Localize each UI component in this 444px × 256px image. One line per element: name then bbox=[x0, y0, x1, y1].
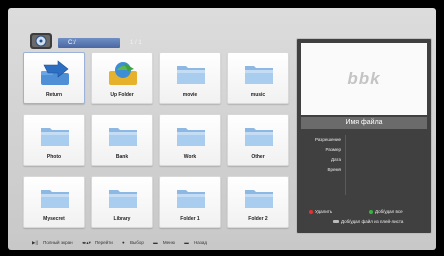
grid-item-photo[interactable]: Photo bbox=[23, 114, 85, 166]
path-bar: C:/ bbox=[58, 38, 120, 48]
grid-item-bank[interactable]: Bank bbox=[91, 114, 153, 166]
hint-back-label: Назад bbox=[194, 240, 207, 245]
grid-item-label: Work bbox=[183, 154, 197, 160]
legend-playlist-label: Доб/удал файл из плей-листа bbox=[341, 219, 404, 224]
folder-icon bbox=[245, 190, 273, 208]
hint-fullscreen-label: Полный экран bbox=[43, 240, 73, 245]
up-folder-icon bbox=[109, 62, 137, 85]
grid-item-work[interactable]: Work bbox=[159, 114, 221, 166]
info-divider bbox=[345, 135, 346, 195]
legend-delete: Удалить bbox=[309, 209, 332, 215]
file-grid: Return Up Folder movie music Photo Bank … bbox=[23, 52, 293, 232]
legend-add-all: Доб/удал все bbox=[369, 209, 403, 215]
file-info-panel: bbk Имя файла Разрешение Размер Дата Вре… bbox=[296, 38, 432, 234]
play-pause-icon: ▶|| bbox=[32, 240, 38, 245]
folder-icon bbox=[245, 128, 273, 146]
legend-playlist: Доб/удал файл из плей-листа bbox=[333, 219, 403, 225]
page-counter: 1 / 1 bbox=[130, 40, 142, 46]
brand-logo: bbk bbox=[347, 69, 381, 88]
red-key-icon bbox=[309, 209, 313, 214]
hint-select-label: Выбор bbox=[130, 240, 144, 245]
folder-icon bbox=[177, 66, 205, 84]
grid-item-movie[interactable]: movie bbox=[159, 52, 221, 104]
grid-item-return[interactable]: Return bbox=[23, 52, 85, 104]
info-label-date: Дата bbox=[331, 157, 341, 162]
playlist-key-icon bbox=[333, 220, 339, 224]
folder-icon bbox=[245, 66, 273, 84]
folder-icon bbox=[177, 128, 205, 146]
hint-navigate-label: Перейти bbox=[94, 240, 113, 245]
grid-item-label: Mysecret bbox=[43, 216, 65, 222]
file-name-label: Имя файла bbox=[301, 117, 427, 129]
media-browser-screen: C:/ 1 / 1 Return Up Folder movie music P… bbox=[8, 8, 436, 250]
hint-back: ▬ Назад bbox=[184, 240, 211, 245]
folder-icon bbox=[177, 190, 205, 208]
hint-fullscreen: ▶|| Полный экран bbox=[32, 240, 77, 245]
hint-menu-label: Меню bbox=[162, 240, 176, 245]
hint-menu: ▬ Меню bbox=[153, 240, 179, 245]
legend-add-all-label: Доб/удал все bbox=[375, 209, 403, 214]
info-label-size: Размер bbox=[325, 147, 341, 152]
info-label-time: Время bbox=[327, 167, 341, 172]
grid-item-label: Photo bbox=[46, 154, 62, 160]
grid-item-up-folder[interactable]: Up Folder bbox=[91, 52, 153, 104]
grid-item-other[interactable]: Other bbox=[227, 114, 289, 166]
folder-icon bbox=[41, 190, 69, 208]
grid-item-label: movie bbox=[182, 92, 198, 98]
grid-item-label: music bbox=[250, 92, 266, 98]
grid-item-folder-1[interactable]: Folder 1 bbox=[159, 176, 221, 228]
grid-item-label: Other bbox=[251, 154, 265, 160]
hint-select: ● Выбор bbox=[122, 240, 148, 245]
grid-item-music[interactable]: music bbox=[227, 52, 289, 104]
grid-item-folder-2[interactable]: Folder 2 bbox=[227, 176, 289, 228]
grid-item-label: Return bbox=[45, 92, 63, 98]
grid-item-label: Up Folder bbox=[110, 92, 134, 98]
grid-item-label: Folder 1 bbox=[180, 216, 200, 222]
info-label-resolution: Разрешение bbox=[315, 137, 341, 142]
grid-item-label: Library bbox=[113, 216, 131, 222]
grid-item-label: Bank bbox=[115, 154, 129, 160]
back-key-icon: ▬ bbox=[184, 240, 189, 245]
return-arrow-icon bbox=[41, 60, 69, 85]
menu-key-icon: ▬ bbox=[153, 240, 158, 245]
grid-item-library[interactable]: Library bbox=[91, 176, 153, 228]
footer-hints: ▶|| Полный экран ◂▸▴▾ Перейти ● Выбор ▬ М… bbox=[32, 240, 215, 246]
green-key-icon bbox=[369, 209, 373, 214]
hint-navigate: ◂▸▴▾ Перейти bbox=[82, 240, 117, 245]
folder-icon bbox=[109, 190, 137, 208]
grid-item-label: Folder 2 bbox=[248, 216, 268, 222]
ok-button-icon: ● bbox=[122, 240, 125, 245]
grid-item-mysecret[interactable]: Mysecret bbox=[23, 176, 85, 228]
preview-area: bbk bbox=[301, 43, 427, 115]
drive-icon bbox=[30, 33, 52, 49]
legend-delete-label: Удалить bbox=[315, 209, 333, 214]
arrows-icon: ◂▸▴▾ bbox=[81, 240, 91, 245]
folder-icon bbox=[41, 128, 69, 146]
folder-icon bbox=[109, 128, 137, 146]
